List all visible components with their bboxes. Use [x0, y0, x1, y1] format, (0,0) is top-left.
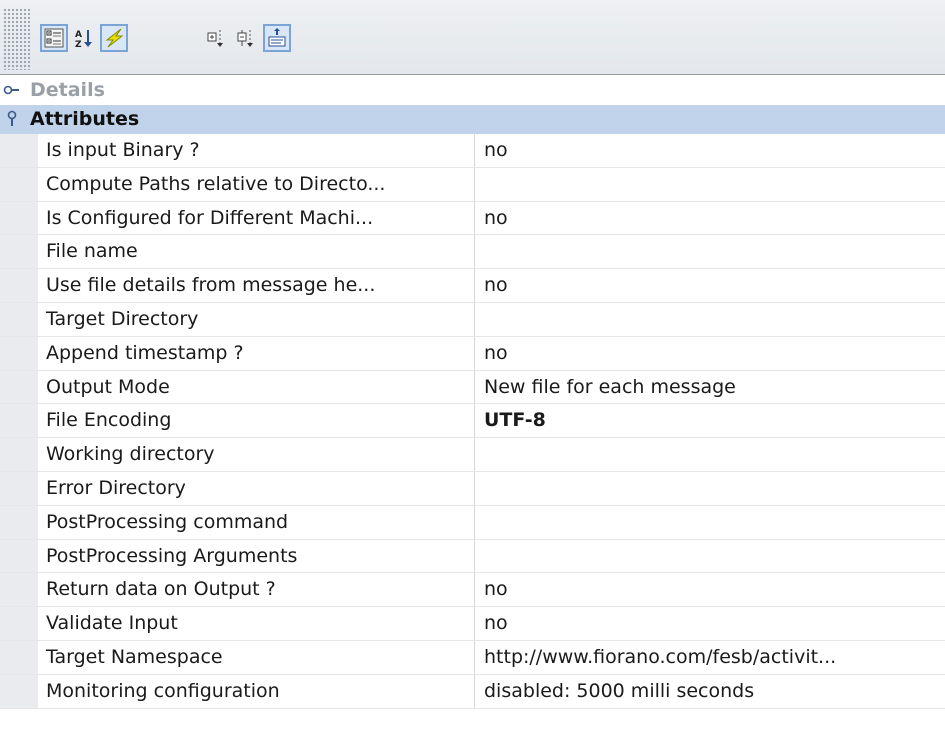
- row-gutter: [0, 269, 38, 302]
- property-value[interactable]: [476, 303, 945, 336]
- property-name: Error Directory: [38, 471, 475, 505]
- property-value[interactable]: [476, 540, 945, 573]
- property-name: Working directory: [38, 438, 475, 471]
- property-value[interactable]: http://www.fiorano.com/fesb/activit...: [476, 641, 945, 674]
- property-name: Monitoring configuration: [38, 674, 475, 708]
- categorized-view-button[interactable]: [40, 24, 68, 52]
- property-value[interactable]: no: [476, 607, 945, 640]
- property-value[interactable]: no: [476, 134, 945, 167]
- row-gutter: [0, 167, 38, 201]
- svg-text:A: A: [75, 30, 82, 40]
- property-name: PostProcessing command: [38, 505, 475, 539]
- attribute-rows: Is input Binary ? no Compute Paths relati…: [0, 134, 945, 709]
- property-name: File Encoding: [38, 404, 475, 438]
- property-value[interactable]: no: [476, 337, 945, 370]
- property-row[interactable]: File name: [0, 235, 945, 270]
- row-gutter: [0, 201, 38, 235]
- property-row[interactable]: Is input Binary ? no: [0, 134, 945, 168]
- property-sheet-window: A Z Details Attributes Is input Binary ?…: [0, 0, 945, 737]
- row-gutter: [0, 235, 38, 269]
- categorized-view-icon: [44, 28, 64, 48]
- lightning-button[interactable]: [100, 24, 128, 52]
- category-attributes-label: Attributes: [30, 108, 140, 130]
- property-row[interactable]: Monitoring configuration disabled: 5000 m…: [0, 674, 945, 709]
- row-gutter: [0, 674, 38, 708]
- category-details[interactable]: Details: [0, 76, 945, 105]
- property-row[interactable]: Compute Paths relative to Directo...: [0, 167, 945, 202]
- expand-all-button[interactable]: [203, 24, 231, 52]
- property-name: Is input Binary ?: [38, 134, 475, 167]
- collapse-all-icon: [236, 27, 258, 49]
- property-row[interactable]: PostProcessing command: [0, 505, 945, 540]
- property-sheet-toolbar: A Z: [0, 0, 945, 75]
- property-value[interactable]: no: [476, 202, 945, 235]
- property-name: File name: [38, 235, 475, 269]
- row-gutter: [0, 302, 38, 336]
- property-name: PostProcessing Arguments: [38, 539, 475, 573]
- row-gutter: [0, 573, 38, 607]
- category-details-label: Details: [30, 79, 105, 101]
- row-gutter: [0, 370, 38, 404]
- row-gutter: [0, 336, 38, 370]
- show-description-button[interactable]: [263, 24, 291, 52]
- expand-all-icon: [206, 27, 228, 49]
- property-value[interactable]: [476, 472, 945, 505]
- property-name: Output Mode: [38, 370, 475, 404]
- property-name: Compute Paths relative to Directo...: [38, 167, 475, 201]
- expanded-toggle-icon[interactable]: [2, 109, 22, 129]
- row-gutter: [0, 134, 38, 167]
- property-row[interactable]: Target Directory: [0, 302, 945, 337]
- property-value[interactable]: [476, 438, 945, 471]
- property-value[interactable]: disabled: 5000 milli seconds: [476, 675, 945, 708]
- property-value[interactable]: [476, 235, 945, 268]
- svg-text:Z: Z: [75, 40, 82, 49]
- sort-alphabetical-icon: A Z: [73, 27, 95, 49]
- row-gutter: [0, 438, 38, 471]
- property-row[interactable]: File Encoding UTF-8: [0, 404, 945, 439]
- property-table: Details Attributes Is input Binary ? no C…: [0, 76, 945, 709]
- property-name: Append timestamp ?: [38, 336, 475, 370]
- show-description-icon: [267, 28, 287, 48]
- property-name: Return data on Output ?: [38, 573, 475, 607]
- property-name: Use file details from message he...: [38, 269, 475, 302]
- property-row[interactable]: Error Directory: [0, 471, 945, 506]
- lightning-icon: [103, 27, 125, 49]
- sort-alphabetical-button[interactable]: A Z: [70, 24, 98, 52]
- property-row[interactable]: Return data on Output ? no: [0, 573, 945, 608]
- property-value[interactable]: [476, 506, 945, 539]
- property-row[interactable]: Working directory: [0, 438, 945, 472]
- property-value[interactable]: no: [476, 269, 945, 302]
- category-attributes[interactable]: Attributes: [0, 105, 945, 134]
- row-gutter: [0, 404, 38, 438]
- property-row[interactable]: Validate Input no: [0, 607, 945, 641]
- property-name: Is Configured for Different Machi...: [38, 201, 475, 235]
- row-gutter: [0, 505, 38, 539]
- collapsed-toggle-icon[interactable]: [2, 80, 22, 100]
- property-row[interactable]: Is Configured for Different Machi... no: [0, 201, 945, 236]
- property-value[interactable]: [476, 168, 945, 201]
- row-gutter: [0, 640, 38, 674]
- property-row[interactable]: Append timestamp ? no: [0, 336, 945, 371]
- toolbar-grip[interactable]: [3, 8, 31, 70]
- property-value[interactable]: UTF-8: [476, 404, 945, 437]
- property-name: Validate Input: [38, 607, 475, 640]
- property-row[interactable]: Target Namespace http://www.fiorano.com/f…: [0, 640, 945, 675]
- row-gutter: [0, 607, 38, 640]
- property-row[interactable]: Output Mode New file for each message: [0, 370, 945, 405]
- property-value[interactable]: New file for each message: [476, 371, 945, 404]
- collapse-all-button[interactable]: [233, 24, 261, 52]
- property-row[interactable]: Use file details from message he... no: [0, 269, 945, 303]
- row-gutter: [0, 539, 38, 573]
- property-name: Target Namespace: [38, 640, 475, 674]
- property-row[interactable]: PostProcessing Arguments: [0, 539, 945, 574]
- property-value[interactable]: no: [476, 573, 945, 606]
- property-name: Target Directory: [38, 302, 475, 336]
- row-gutter: [0, 471, 38, 505]
